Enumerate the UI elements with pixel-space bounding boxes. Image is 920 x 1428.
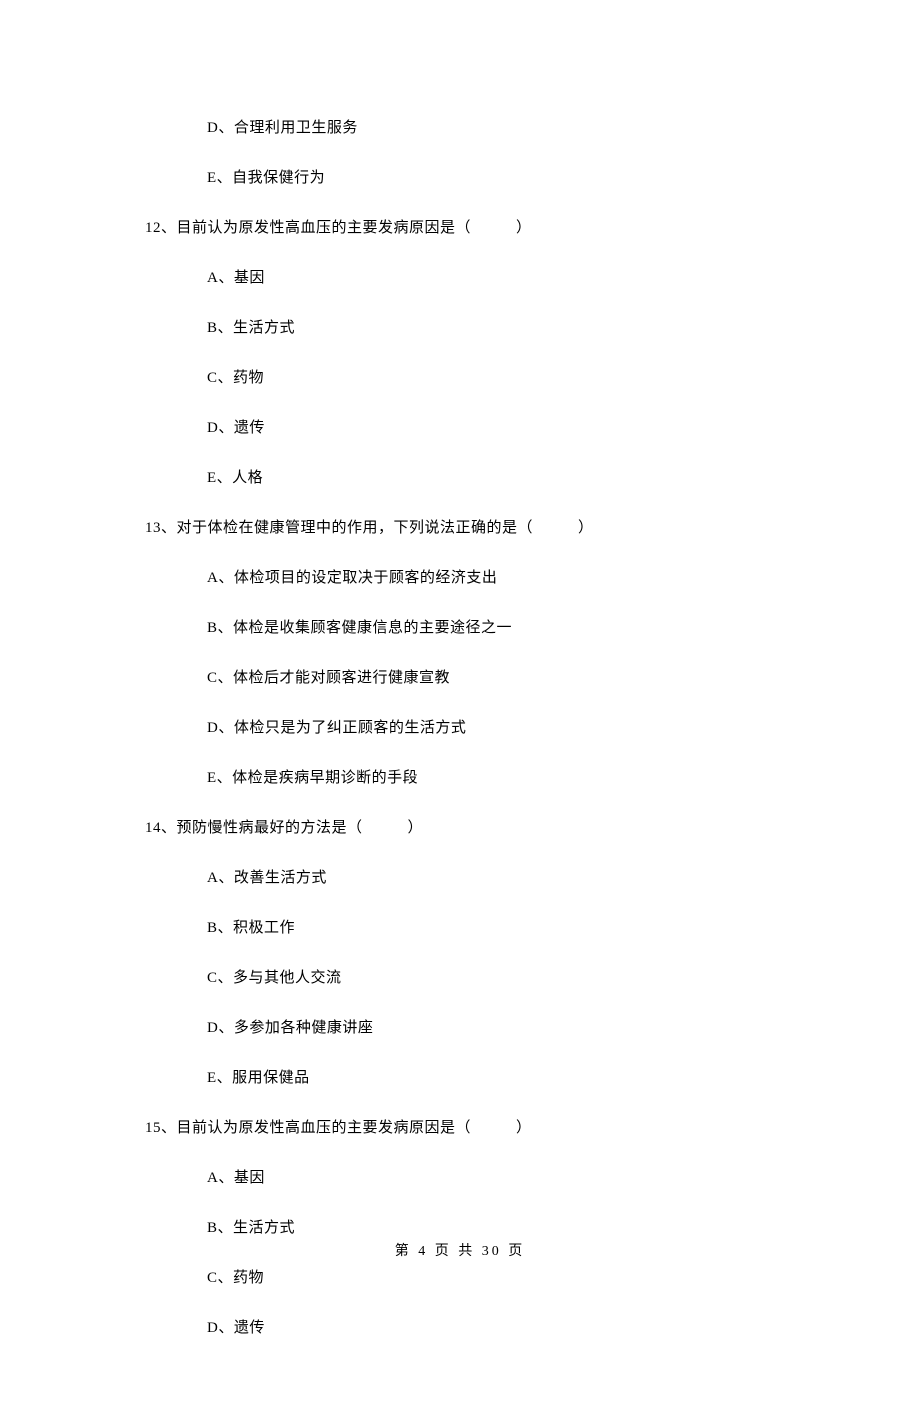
option-label: B、生活方式 [207,1220,295,1236]
option-label: B、生活方式 [207,320,295,336]
question-stem: 目前认为原发性高血压的主要发病原因是（ [177,1120,472,1136]
option-label: E、体检是疾病早期诊断的手段 [207,770,418,786]
option-item: A、体检项目的设定取决于顾客的经济支出 [145,568,775,589]
option-item: B、生活方式 [145,1218,775,1239]
question-stem: 目前认为原发性高血压的主要发病原因是（ [177,220,472,236]
option-item: A、基因 [145,268,775,289]
question-stem: 对于体检在健康管理中的作用，下列说法正确的是（ [177,520,534,536]
option-item: E、自我保健行为 [145,168,775,189]
option-label: C、药物 [207,370,264,386]
option-label: C、体检后才能对顾客进行健康宣教 [207,670,450,686]
option-label: D、合理利用卫生服务 [207,120,358,136]
question-stem-end: ） [578,520,594,536]
option-label: D、遗传 [207,420,265,436]
option-label: E、自我保健行为 [207,170,325,186]
option-item: C、体检后才能对顾客进行健康宣教 [145,668,775,689]
question-stem-end: ） [516,1120,532,1136]
option-label: E、人格 [207,470,263,486]
option-label: A、基因 [207,270,265,286]
option-item: D、多参加各种健康讲座 [145,1018,775,1039]
option-label: A、改善生活方式 [207,870,327,886]
question-stem: 预防慢性病最好的方法是（ [177,820,363,836]
option-item: C、药物 [145,368,775,389]
option-item: D、遗传 [145,1318,775,1339]
option-label: C、多与其他人交流 [207,970,342,986]
option-label: D、体检只是为了纠正顾客的生活方式 [207,720,466,736]
option-item: D、合理利用卫生服务 [145,118,775,139]
option-item: E、人格 [145,468,775,489]
question-number: 15、 [145,1120,177,1136]
option-label: A、体检项目的设定取决于顾客的经济支出 [207,570,497,586]
option-item: B、积极工作 [145,918,775,939]
question-number: 13、 [145,520,177,536]
option-item: E、体检是疾病早期诊断的手段 [145,768,775,789]
page-number: 第 4 页 共 30 页 [395,1244,526,1259]
option-item: C、药物 [145,1268,775,1289]
option-label: D、遗传 [207,1320,265,1336]
question-item: 15、目前认为原发性高血压的主要发病原因是（ ） [145,1118,775,1139]
page-footer: 第 4 页 共 30 页 [0,1240,920,1260]
option-item: A、基因 [145,1168,775,1189]
option-label: E、服用保健品 [207,1070,310,1086]
question-stem-end: ） [408,820,424,836]
question-item: 14、预防慢性病最好的方法是（ ） [145,818,775,839]
question-item: 13、对于体检在健康管理中的作用，下列说法正确的是（ ） [145,518,775,539]
option-label: B、积极工作 [207,920,295,936]
option-item: A、改善生活方式 [145,868,775,889]
option-label: C、药物 [207,1270,264,1286]
option-label: A、基因 [207,1170,265,1186]
question-number: 12、 [145,220,177,236]
question-stem-end: ） [516,220,532,236]
option-item: D、遗传 [145,418,775,439]
option-item: B、生活方式 [145,318,775,339]
option-label: D、多参加各种健康讲座 [207,1020,373,1036]
page-content: D、合理利用卫生服务 E、自我保健行为 12、目前认为原发性高血压的主要发病原因… [0,0,920,1428]
option-item: C、多与其他人交流 [145,968,775,989]
option-item: B、体检是收集顾客健康信息的主要途径之一 [145,618,775,639]
option-item: D、体检只是为了纠正顾客的生活方式 [145,718,775,739]
option-item: E、服用保健品 [145,1068,775,1089]
option-label: B、体检是收集顾客健康信息的主要途径之一 [207,620,512,636]
question-item: 12、目前认为原发性高血压的主要发病原因是（ ） [145,218,775,239]
question-number: 14、 [145,820,177,836]
